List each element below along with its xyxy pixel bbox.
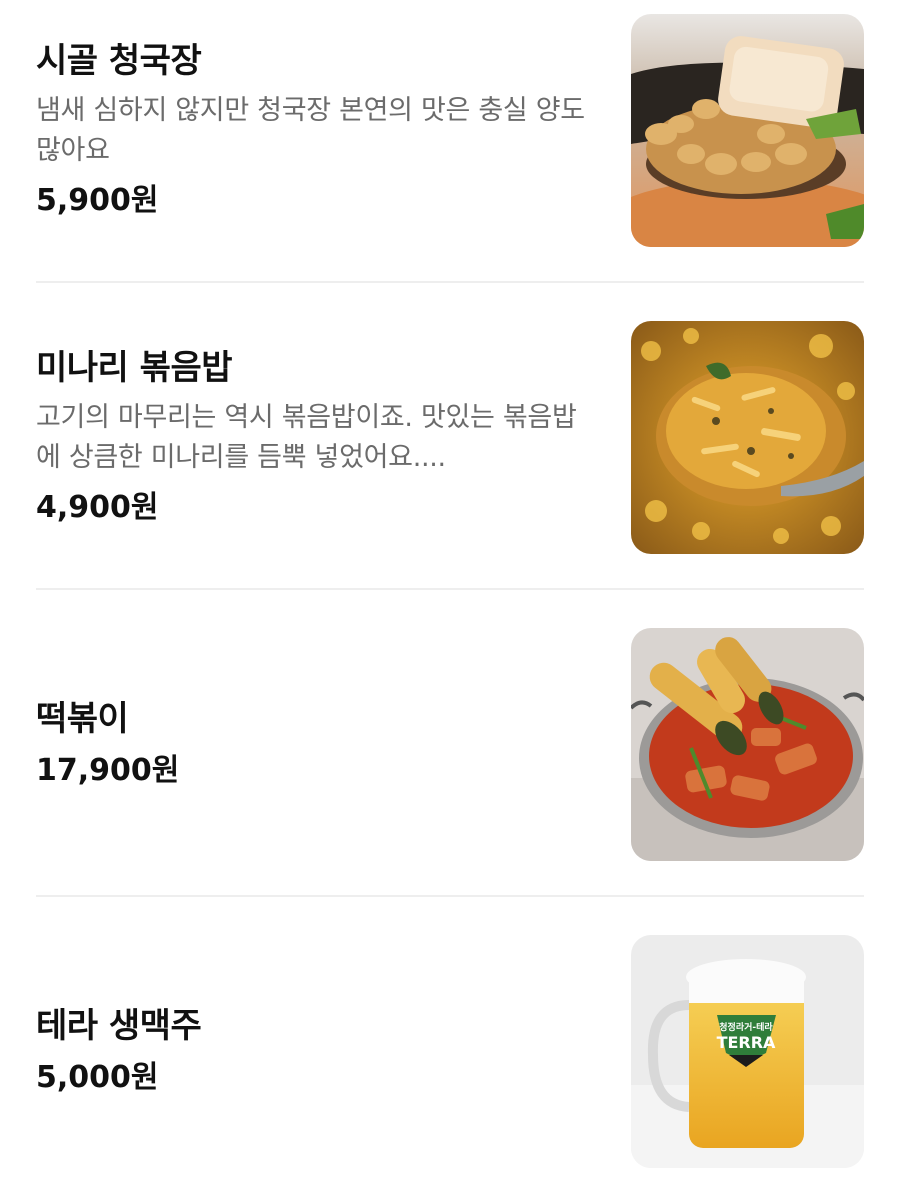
- menu-item-minari-fried-rice[interactable]: 미나리 볶음밥 고기의 마무리는 역시 볶음밥이죠. 맛있는 볶음밥에 상큼한 …: [36, 321, 864, 628]
- divider: [36, 588, 864, 590]
- draft-beer-photo: 청정라거-테라 TERRA: [631, 935, 864, 1168]
- menu-item-name: 떡볶이: [36, 699, 129, 739]
- cheonggukjang-photo: [631, 14, 864, 247]
- menu-item-text: 미나리 볶음밥 고기의 마무리는 역시 볶음밥이죠. 맛있는 볶음밥에 상큼한 …: [36, 321, 596, 553]
- menu-item-price: 5,900원: [36, 183, 159, 218]
- menu-item-name: 미나리 볶음밥: [36, 348, 233, 388]
- divider: [36, 281, 864, 283]
- menu-item-price: 5,000원: [36, 1060, 159, 1095]
- menu-item-text: 테라 생맥주 5,000원: [36, 935, 596, 1167]
- menu-item-description: 고기의 마무리는 역시 볶음밥이죠. 맛있는 볶음밥에 상큼한 미나리를 듬뿍 …: [36, 402, 577, 473]
- menu-list: 시골 청국장 냄새 심하지 않지만 청국장 본연의 맛은 충실 양도 많아요 5…: [0, 0, 900, 1196]
- menu-item-price: 17,900원: [36, 753, 180, 788]
- menu-item-price: 4,900원: [36, 490, 159, 525]
- brand-tagline: 청정라거-테라: [719, 1021, 773, 1033]
- brand-logo: TERRA: [717, 1033, 776, 1052]
- menu-item-terra-draft-beer[interactable]: 테라 생맥주 5,000원 청정라거-테라 TERRA: [36, 935, 864, 1196]
- tteokbokki-photo: [631, 628, 864, 861]
- menu-item-name: 시골 청국장: [36, 41, 202, 81]
- menu-item-cheonggukjang[interactable]: 시골 청국장 냄새 심하지 않지만 청국장 본연의 맛은 충실 양도 많아요 5…: [36, 14, 864, 321]
- menu-item-text: 떡볶이 17,900원: [36, 628, 596, 860]
- fried-rice-photo: [631, 321, 864, 554]
- menu-item-name: 테라 생맥주: [36, 1006, 202, 1046]
- menu-item-tteokbokki[interactable]: 떡볶이 17,900원: [36, 628, 864, 935]
- divider: [36, 895, 864, 897]
- menu-item-text: 시골 청국장 냄새 심하지 않지만 청국장 본연의 맛은 충실 양도 많아요 5…: [36, 14, 596, 246]
- menu-item-description: 냄새 심하지 않지만 청국장 본연의 맛은 충실 양도 많아요: [36, 95, 585, 166]
